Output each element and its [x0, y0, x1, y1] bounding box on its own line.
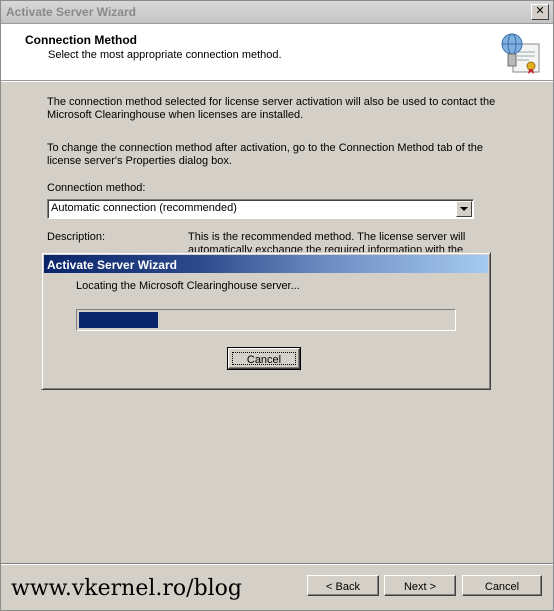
chevron-down-icon[interactable]: [456, 201, 472, 217]
page-subtitle: Select the most appropriate connection m…: [48, 49, 282, 61]
watermark-text: www.vkernel.ro/blog: [11, 576, 243, 601]
progress-dialog-title-bar: Activate Server Wizard: [44, 255, 488, 273]
title-bar: Activate Server Wizard ✕: [1, 1, 553, 24]
progress-message: Locating the Microsoft Clearinghouse ser…: [76, 280, 300, 292]
progress-cancel-button[interactable]: Cancel: [227, 347, 301, 370]
certificate-server-icon: [501, 33, 540, 74]
description-label: Description:: [47, 231, 106, 243]
progress-dialog: Activate Server Wizard Locating the Micr…: [41, 252, 491, 390]
close-icon: ✕: [535, 5, 545, 17]
progress-dialog-title: Activate Server Wizard: [47, 258, 177, 272]
progress-bar: [76, 309, 456, 331]
back-button[interactable]: < Back: [307, 575, 379, 596]
header-panel: Connection Method Select the most approp…: [1, 24, 553, 82]
connection-method-select[interactable]: Automatic connection (recommended): [47, 199, 474, 219]
connection-method-value: Automatic connection (recommended): [51, 202, 237, 214]
info-paragraph-1: The connection method selected for licen…: [47, 96, 496, 121]
cancel-button[interactable]: Cancel: [462, 575, 542, 596]
progress-cancel-label: Cancel: [232, 352, 296, 366]
next-button[interactable]: Next >: [384, 575, 456, 596]
info-paragraph-2: To change the connection method after ac…: [47, 142, 484, 167]
page-title: Connection Method: [25, 33, 137, 47]
description-text: This is the recommended method. The lice…: [188, 231, 466, 253]
connection-method-label: Connection method:: [47, 182, 146, 194]
window-title: Activate Server Wizard: [6, 5, 136, 19]
progress-bar-fill: [79, 312, 158, 328]
footer-divider: [1, 563, 553, 565]
close-button[interactable]: ✕: [531, 4, 549, 20]
